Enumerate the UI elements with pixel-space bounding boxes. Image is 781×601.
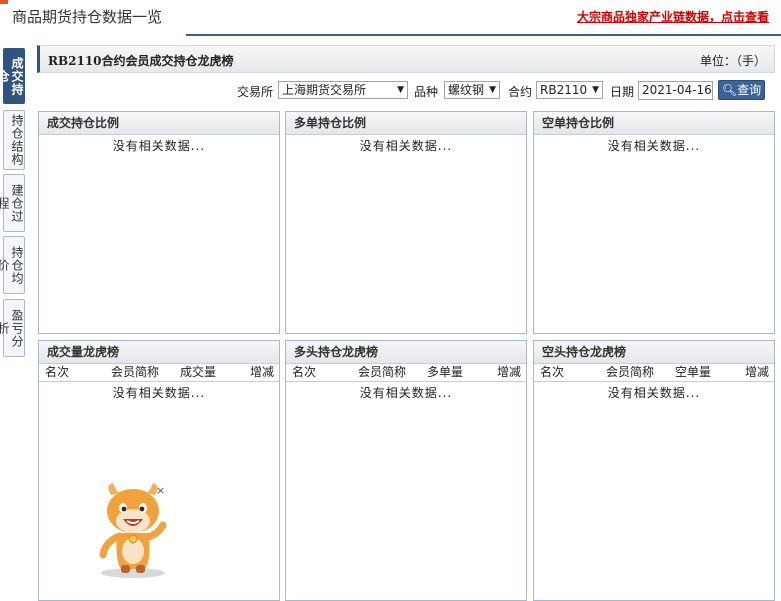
section-header: RB2110合约会员成交持仓龙虎榜 单位：（手） [37,45,775,73]
col-change: 增减 [250,365,275,379]
panel-title: 成交量龙虎榜 [39,341,279,364]
unit-label: 单位：（手） [699,54,766,68]
table-header: 名次 会员简称 多单量 增减 [286,364,526,382]
col-rank: 名次 [292,365,317,379]
panel-title: 成交持仓比例 [39,112,279,135]
query-button[interactable]: 🔍︎查询 [718,80,765,100]
exchange-select[interactable]: 上海期货交易所 ▼ [278,81,408,99]
contract-value: RB2110 [540,83,588,97]
table-header: 名次 会员简称 空单量 增减 [534,364,774,382]
tab-position-structure[interactable]: 持仓结构 [3,110,25,170]
variety-value: 螺纹钢 [448,83,485,97]
close-icon[interactable]: × [156,484,165,497]
no-data-text: 没有相关数据... [112,386,206,400]
col-volume: 成交量 [180,365,217,379]
panel-long-ranking: 多头持仓龙虎榜 名次 会员简称 多单量 增减 没有相关数据... [285,340,527,601]
no-data-text: 没有相关数据... [359,139,453,153]
panel-short-ratio: 空单持仓比例 没有相关数据... [533,111,775,334]
filter-bar: 交易所 上海期货交易所 ▼ 品种 螺纹钢 ▼ 合约 RB2110 ▼ 日期 20… [37,80,775,102]
panel-title: 多单持仓比例 [286,112,526,135]
col-change: 增减 [497,365,522,379]
date-input[interactable]: 2021-04-16 [638,81,713,100]
panel-title: 空头持仓龙虎榜 [534,341,774,364]
no-data-text: 没有相关数据... [359,386,453,400]
col-long: 多单量 [427,365,464,379]
query-label: 查询 [737,83,762,97]
variety-select[interactable]: 螺纹钢 ▼ [444,81,500,99]
col-member: 会员简称 [358,365,407,379]
dropdown-arrow-icon: ▼ [592,85,599,95]
tab-build-process[interactable]: 建仓过程 [0,174,25,232]
industry-chain-link[interactable]: 大宗商品独家产业链数据，点击查看 [577,8,769,25]
dropdown-arrow-icon: ▼ [397,85,404,95]
header-divider [186,34,781,36]
col-rank: 名次 [45,365,70,379]
exchange-value: 上海期货交易所 [282,83,367,97]
variety-label: 品种 [414,85,439,99]
date-label: 日期 [610,85,635,99]
page-title: 商品期货持仓数据一览 [0,0,186,36]
col-short: 空单量 [675,365,712,379]
exchange-label: 交易所 [237,85,274,99]
tab-average-price[interactable]: 持仓均价 [0,236,25,294]
panel-title: 空单持仓比例 [534,112,774,135]
panel-long-ratio: 多单持仓比例 没有相关数据... [285,111,527,334]
tab-profit-analysis[interactable]: 盈亏分析 [0,299,25,357]
contract-label: 合约 [508,85,533,99]
panel-short-ranking: 空头持仓龙虎榜 名次 会员简称 空单量 增减 没有相关数据... [533,340,775,601]
panel-title: 多头持仓龙虎榜 [286,341,526,364]
col-member: 会员简称 [606,365,655,379]
table-header: 名次 会员简称 成交量 增减 [39,364,279,382]
no-data-text: 没有相关数据... [607,386,701,400]
no-data-text: 没有相关数据... [607,139,701,153]
section-title: RB2110合约会员成交持仓龙虎榜 [48,54,234,68]
tab-volume-position[interactable]: 成交持仓 [0,48,25,104]
panel-volume-ratio: 成交持仓比例 没有相关数据... [38,111,280,334]
contract-select[interactable]: RB2110 ▼ [536,81,603,99]
col-rank: 名次 [540,365,565,379]
col-member: 会员简称 [111,365,160,379]
col-change: 增减 [745,365,770,379]
no-data-text: 没有相关数据... [112,139,206,153]
top-header: 商品期货持仓数据一览 大宗商品独家产业链数据，点击查看 [0,0,781,36]
dropdown-arrow-icon: ▼ [489,85,496,95]
search-icon: 🔍︎ [721,83,738,97]
